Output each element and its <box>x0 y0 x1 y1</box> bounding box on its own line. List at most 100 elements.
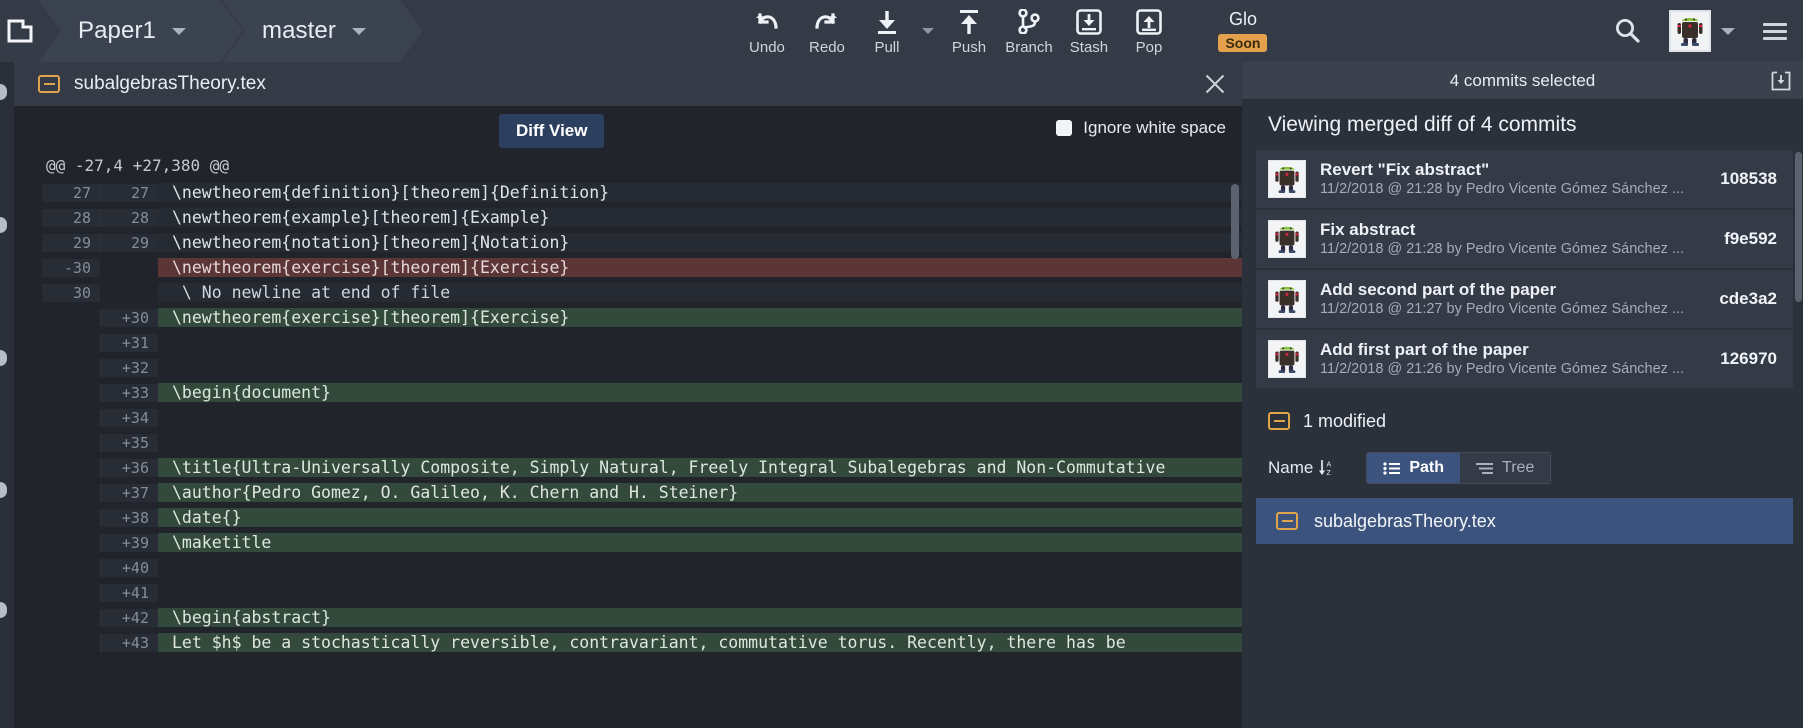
breadcrumb-repo[interactable]: Paper1 <box>38 0 243 62</box>
glo-button[interactable]: Glo Soon <box>1208 4 1278 52</box>
rail-handle[interactable] <box>0 602 7 618</box>
commit-row[interactable]: Add second part of the paper 11/2/2018 @ … <box>1256 270 1793 328</box>
diff-row[interactable]: 30 \ No newline at end of file <box>42 280 1242 305</box>
commit-row[interactable]: Revert "Fix abstract" 11/2/2018 @ 21:28 b… <box>1256 150 1793 208</box>
diff-row[interactable]: -30 \newtheorem{exercise}[theorem]{Exerci… <box>42 255 1242 280</box>
commit-avatar <box>1268 160 1306 198</box>
diff-panel: subalgebrasTheory.tex Diff View Ignore w… <box>14 62 1242 728</box>
changed-file-list: subalgebrasTheory.tex <box>1242 492 1803 544</box>
search-magnifier-icon[interactable] <box>1613 17 1641 45</box>
toolbar-actions: Undo Redo Pull Push Branch Stash Pop Glo… <box>737 0 1278 62</box>
commit-message: Add second part of the paper <box>1320 279 1557 299</box>
view-mode-path-button[interactable]: Path <box>1367 453 1461 483</box>
commit-list-scrollbar[interactable] <box>1795 152 1802 302</box>
rail-handle[interactable] <box>0 217 7 233</box>
commit-text: Revert "Fix abstract" 11/2/2018 @ 21:28 b… <box>1320 159 1706 200</box>
rail-handle[interactable] <box>0 482 7 498</box>
android-avatar-icon <box>1677 18 1703 46</box>
diff-row[interactable]: +41 <box>42 580 1242 605</box>
rail-handle[interactable] <box>0 84 7 100</box>
commit-row[interactable]: Fix abstract 11/2/2018 @ 21:28 by Pedro V… <box>1256 210 1793 268</box>
list-lines-icon <box>1383 461 1401 475</box>
commit-avatar <box>1268 220 1306 258</box>
diff-row[interactable]: +34 <box>42 405 1242 430</box>
commit-message: Fix abstract <box>1320 219 1416 239</box>
diff-row[interactable]: +37 \author{Pedro Gomez, O. Galileo, K. C… <box>42 480 1242 505</box>
commit-list: Revert "Fix abstract" 11/2/2018 @ 21:28 b… <box>1242 150 1803 390</box>
chevron-down-icon <box>172 27 186 35</box>
undo-button[interactable]: Undo <box>737 4 797 56</box>
glo-label: Glo <box>1228 9 1257 29</box>
diff-toolbar: Diff View Ignore white space <box>14 106 1242 150</box>
android-avatar-icon <box>1275 346 1299 373</box>
diff-view-button[interactable]: Diff View <box>499 114 605 148</box>
diff-row[interactable]: +42 \begin{abstract} <box>42 605 1242 630</box>
diff-row[interactable]: +35 <box>42 430 1242 455</box>
commit-meta: 11/2/2018 @ 21:27 by Pedro Vicente Gómez… <box>1320 300 1685 317</box>
push-label: Push <box>951 39 987 56</box>
redo-arrow-icon <box>813 8 840 35</box>
ignore-whitespace-checkbox[interactable]: Ignore white space <box>1056 118 1226 138</box>
view-mode-tree-button[interactable]: Tree <box>1460 453 1551 483</box>
commit-avatar <box>1268 280 1306 318</box>
tex-file-icon <box>1276 512 1298 530</box>
close-icon[interactable] <box>1202 71 1228 97</box>
diff-row[interactable]: +33 \begin{document} <box>42 380 1242 405</box>
glo-soon-badge: Soon <box>1218 34 1268 52</box>
pull-button[interactable]: Pull <box>857 4 917 56</box>
avatar-dropdown[interactable] <box>1720 27 1735 35</box>
top-toolbar: Paper1 master Undo Redo Pull Push Branch… <box>0 0 1803 62</box>
pull-down-arrow-icon <box>875 8 899 35</box>
diff-new-line-number: +31 <box>100 333 158 352</box>
redo-button[interactable]: Redo <box>797 4 857 56</box>
diff-row[interactable]: 29 29 \newtheorem{notation}[theorem]{Notat… <box>42 230 1242 255</box>
branch-button[interactable]: Branch <box>999 4 1059 56</box>
diff-scrollbar[interactable] <box>1231 184 1239 259</box>
ignore-whitespace-label: Ignore white space <box>1083 118 1226 137</box>
diff-row[interactable]: +43 Let $h$ be a stochastically reversibl… <box>42 630 1242 655</box>
modified-count-label: 1 modified <box>1303 410 1387 431</box>
diff-row[interactable]: +38 \date{} <box>42 505 1242 530</box>
diff-new-line-number: +33 <box>100 383 158 402</box>
branch-label: Branch <box>1005 39 1053 56</box>
diff-new-line-number: +39 <box>100 533 158 552</box>
android-avatar-icon <box>1275 286 1299 313</box>
diff-row[interactable]: +31 <box>42 330 1242 355</box>
chevron-down-icon <box>921 28 934 34</box>
redo-label: Redo <box>809 39 845 56</box>
diff-row[interactable]: +40 <box>42 555 1242 580</box>
pop-button[interactable]: Pop <box>1119 4 1179 56</box>
diff-row[interactable]: +30 \newtheorem{exercise}[theorem]{Exerci… <box>42 305 1242 330</box>
repo-folder-icon[interactable] <box>0 0 38 62</box>
changed-file-name: subalgebrasTheory.tex <box>1314 510 1496 531</box>
diff-row[interactable]: 28 28 \newtheorem{example}[theorem]{Exampl… <box>42 205 1242 230</box>
commits-sidebar: 4 commits selected Viewing merged diff o… <box>1242 62 1803 728</box>
changed-file-row[interactable]: subalgebrasTheory.tex <box>1256 498 1793 544</box>
svg-text:A: A <box>1327 462 1332 469</box>
diff-row[interactable]: +36 \title{Ultra-Universally Composite, S… <box>42 455 1242 480</box>
breadcrumb-branch[interactable]: master <box>222 0 423 62</box>
sidebar-header: 4 commits selected <box>1242 62 1803 100</box>
commit-row[interactable]: Add first part of the paper 11/2/2018 @ 2… <box>1256 330 1793 388</box>
diff-row[interactable]: 27 27 \newtheorem{definition}[theorem]{Def… <box>42 180 1242 205</box>
push-button[interactable]: Push <box>939 4 999 56</box>
branch-fork-icon <box>1017 8 1041 35</box>
diff-old-line-number: 27 <box>42 183 100 202</box>
hamburger-menu-icon[interactable] <box>1762 22 1787 40</box>
android-avatar-icon <box>1275 166 1299 193</box>
export-diff-icon[interactable] <box>1771 71 1791 96</box>
left-rail <box>0 62 14 728</box>
diff-code-text: \newtheorem{exercise}[theorem]{Exercise} <box>158 308 1242 327</box>
pull-options-dropdown[interactable] <box>917 28 939 34</box>
stash-button[interactable]: Stash <box>1059 4 1119 56</box>
view-mode-tree-label: Tree <box>1502 459 1535 476</box>
commit-text: Fix abstract 11/2/2018 @ 21:28 by Pedro V… <box>1320 219 1710 260</box>
commit-meta: 11/2/2018 @ 21:26 by Pedro Vicente Gómez… <box>1320 360 1685 377</box>
sort-by-name-button[interactable]: Name A Z <box>1268 458 1334 478</box>
diff-code-text: \begin{abstract} <box>158 608 1242 627</box>
diff-row[interactable]: +32 <box>42 355 1242 380</box>
avatar[interactable] <box>1668 10 1711 52</box>
rail-handle[interactable] <box>0 350 7 366</box>
diff-body[interactable]: 27 27 \newtheorem{definition}[theorem]{Def… <box>14 180 1242 728</box>
diff-row[interactable]: +39 \maketitle <box>42 530 1242 555</box>
